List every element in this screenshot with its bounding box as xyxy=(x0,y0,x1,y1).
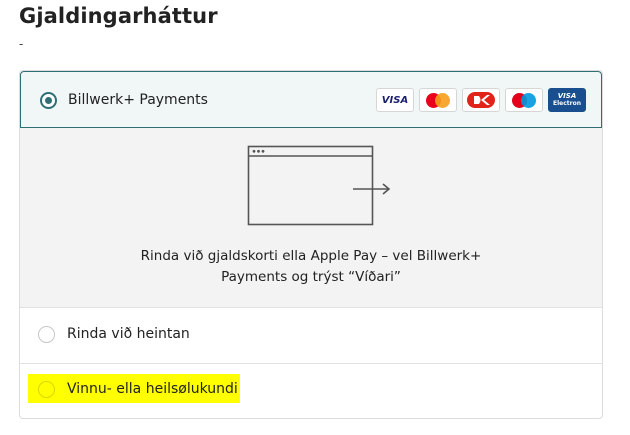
payment-option-label: Vinnu- ella heilsølukundi xyxy=(67,381,238,397)
radio-invoice[interactable] xyxy=(38,326,55,343)
payment-option-invoice[interactable]: Rinda við heintan xyxy=(20,307,602,364)
payment-option-billwerk[interactable]: Billwerk+ Payments VISA VISA Electron xyxy=(20,71,602,128)
page-title: Gjaldingarháttur xyxy=(19,4,218,28)
visa-icon: VISA xyxy=(376,88,414,112)
payment-option-business-customer[interactable]: Vinnu- ella heilsølukundi xyxy=(20,363,602,418)
payment-methods-list: Billwerk+ Payments VISA VISA Electron Ri… xyxy=(19,70,603,419)
radio-business-customer[interactable] xyxy=(38,381,55,398)
payment-option-label: Rinda við heintan xyxy=(67,326,190,342)
visa-electron-icon: VISA Electron xyxy=(548,88,586,112)
redirect-info-panel: Rinda við gjaldskorti ella Apple Pay – v… xyxy=(20,128,602,308)
mastercard-icon xyxy=(419,88,457,112)
page-subtitle: - xyxy=(19,37,24,51)
payment-option-label: Billwerk+ Payments xyxy=(68,92,208,108)
radio-billwerk[interactable] xyxy=(40,92,57,109)
browser-redirect-icon xyxy=(247,145,391,226)
dankort-icon xyxy=(462,88,500,112)
redirect-instructions: Rinda við gjaldskorti ella Apple Pay – v… xyxy=(140,248,482,285)
maestro-icon xyxy=(505,88,543,112)
card-logos: VISA VISA Electron xyxy=(376,88,586,112)
